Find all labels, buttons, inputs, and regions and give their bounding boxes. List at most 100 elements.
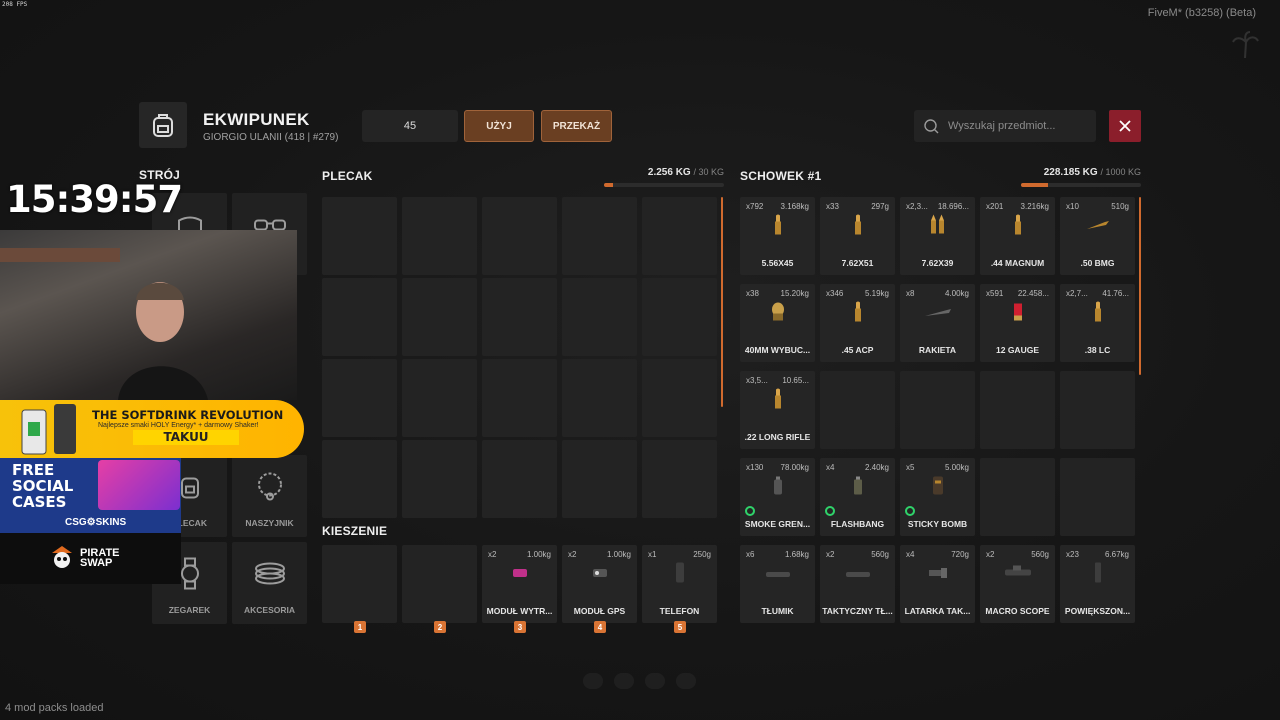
backpack-slot[interactable] — [482, 197, 557, 275]
storage-slot[interactable] — [900, 371, 975, 449]
pirate-swap-text: PIRATE SWAP — [80, 547, 120, 569]
backpack-slot[interactable] — [322, 440, 397, 518]
backpack-slot[interactable] — [402, 197, 477, 275]
instagram-case-icon — [98, 460, 180, 510]
outfit-slot-5[interactable]: AKCESORIA — [232, 542, 307, 624]
item-count: x130 — [746, 463, 764, 472]
pocket-slot-4[interactable]: x2 1.00kg MODUŁ GPS — [562, 545, 637, 623]
equipped-indicator — [745, 506, 755, 516]
storage-item[interactable]: x4 720g LATARKA TAK... — [900, 545, 975, 623]
storage-item[interactable]: x3,5... 10.65... .22 LONG RIFLE — [740, 371, 815, 449]
item-weight: 2.40kg — [864, 463, 889, 472]
storage-slot[interactable] — [980, 371, 1055, 449]
backpack-slot[interactable] — [322, 197, 397, 275]
page-dots — [583, 673, 696, 689]
hotkey-badge: 4 — [594, 621, 606, 633]
item-weight: 510g — [1111, 202, 1129, 211]
item-count: x2 — [568, 550, 577, 559]
flashlight-icon — [927, 566, 949, 584]
gps-module-icon — [591, 566, 609, 584]
backpack-slot[interactable] — [642, 440, 717, 518]
storage-item[interactable]: x23 6.67kg POWIĘKSZON... — [1060, 545, 1135, 623]
backpack-slot[interactable] — [562, 440, 637, 518]
outfit-slot-label: NASZYJNIK — [245, 518, 294, 528]
item-count: x2,3... — [906, 202, 928, 211]
backpack-slot[interactable] — [402, 359, 477, 437]
storage-item[interactable]: x4 2.40kg FLASHBANG — [820, 458, 895, 536]
storage-weight-fill — [1021, 183, 1049, 187]
energy-drink-icon — [21, 404, 76, 455]
ammo-icon — [1093, 300, 1103, 327]
pocket-slot-1[interactable] — [322, 545, 397, 623]
item-weight: 15.20kg — [780, 289, 809, 298]
backpack-weight-value: 2.256 KG — [647, 167, 691, 178]
item-count: x591 — [986, 289, 1004, 298]
backpack-slot[interactable] — [322, 278, 397, 356]
shell-icon — [1011, 301, 1025, 326]
inventory-title: EKWIPUNEK — [203, 110, 310, 129]
item-count: x792 — [746, 202, 764, 211]
storage-item[interactable]: x6 1.68kg TŁUMIK — [740, 545, 815, 623]
backpack-slot[interactable] — [642, 197, 717, 275]
storage-scrollbar[interactable] — [1139, 197, 1141, 375]
backpack-slot[interactable] — [482, 278, 557, 356]
storage-slot[interactable] — [1060, 458, 1135, 536]
storage-item[interactable]: x792 3.168kg 5.56X45 — [740, 197, 815, 275]
close-button[interactable] — [1109, 110, 1141, 142]
storage-item[interactable]: x2,3... 18.696... 7.62X39 — [900, 197, 975, 275]
backpack-weight-max: / 30 KG — [693, 167, 724, 177]
pocket-slot-3[interactable]: x2 1.00kg MODUŁ WYTR... — [482, 545, 557, 623]
storage-item[interactable]: x346 5.19kg .45 ACP — [820, 284, 895, 362]
backpack-slot[interactable] — [402, 278, 477, 356]
storage-item[interactable]: x33 297g 7.62X51 — [820, 197, 895, 275]
backpack-slot[interactable] — [642, 278, 717, 356]
outfit-slot-3[interactable]: NASZYJNIK — [232, 455, 307, 537]
backpack-slot[interactable] — [642, 359, 717, 437]
item-name: SMOKE GREN... — [744, 519, 811, 529]
backpack-slot[interactable] — [322, 359, 397, 437]
item-count: x2 — [826, 550, 835, 559]
item-weight: 6.67kg — [1104, 550, 1129, 559]
banner-subtitle: Najlepsze smaki HOLY Energy* + darmowy S… — [98, 422, 259, 429]
item-weight: 297g — [871, 202, 889, 211]
storage-item[interactable]: x2,7... 41.76... .38 LC — [1060, 284, 1135, 362]
quantity-input[interactable]: 45 — [362, 110, 458, 142]
item-name: FLASHBANG — [830, 519, 885, 529]
item-count: x2 — [488, 550, 497, 559]
pocket-slot-2[interactable] — [402, 545, 477, 623]
pockets-title: KIESZENIE — [322, 524, 388, 538]
item-name: .22 LONG RIFLE — [744, 432, 811, 442]
backpack-slot[interactable] — [562, 359, 637, 437]
backpack-slot[interactable] — [562, 197, 637, 275]
storage-slot[interactable] — [1060, 371, 1135, 449]
player-name: GIORGIO ULANII (418 | #279) — [203, 132, 339, 143]
storage-slot[interactable] — [980, 458, 1055, 536]
backpack-slot[interactable] — [482, 359, 557, 437]
use-button[interactable]: UŻYJ — [464, 110, 534, 142]
storage-slot[interactable] — [820, 371, 895, 449]
client-version: FiveM* (b3258) (Beta) — [1147, 7, 1256, 19]
item-name: TŁUMIK — [761, 606, 794, 616]
storage-weight: 228.185 KG / 1000 KG — [1000, 167, 1141, 178]
pocket-slot-5[interactable]: x1 250g TELEFON — [642, 545, 717, 623]
ammo-icon — [773, 213, 783, 240]
search-input[interactable]: Wyszukaj przedmiot... — [914, 110, 1096, 142]
storage-item[interactable]: x201 3.216kg .44 MAGNUM — [980, 197, 1055, 275]
storage-item[interactable]: x130 78.00kg SMOKE GREN... — [740, 458, 815, 536]
backpack-scrollbar[interactable] — [721, 197, 723, 407]
storage-item[interactable]: x8 4.00kg RAKIETA — [900, 284, 975, 362]
storage-item[interactable]: x10 510g .50 BMG — [1060, 197, 1135, 275]
backpack-weight-bar — [604, 183, 724, 187]
item-weight: 3.216kg — [1020, 202, 1049, 211]
ammo-icon — [853, 300, 863, 327]
storage-item[interactable]: x2 560g MACRO SCOPE — [980, 545, 1055, 623]
give-button[interactable]: PRZEKAŻ — [541, 110, 612, 142]
storage-item[interactable]: x5 5.00kg STICKY BOMB — [900, 458, 975, 536]
item-count: x23 — [1066, 550, 1079, 559]
storage-item[interactable]: x591 22.458... 12 GAUGE — [980, 284, 1055, 362]
storage-item[interactable]: x38 15.20kg 40MM WYBUC... — [740, 284, 815, 362]
backpack-slot[interactable] — [402, 440, 477, 518]
backpack-slot[interactable] — [562, 278, 637, 356]
storage-item[interactable]: x2 560g TAKTYCZNY TŁ... — [820, 545, 895, 623]
backpack-slot[interactable] — [482, 440, 557, 518]
